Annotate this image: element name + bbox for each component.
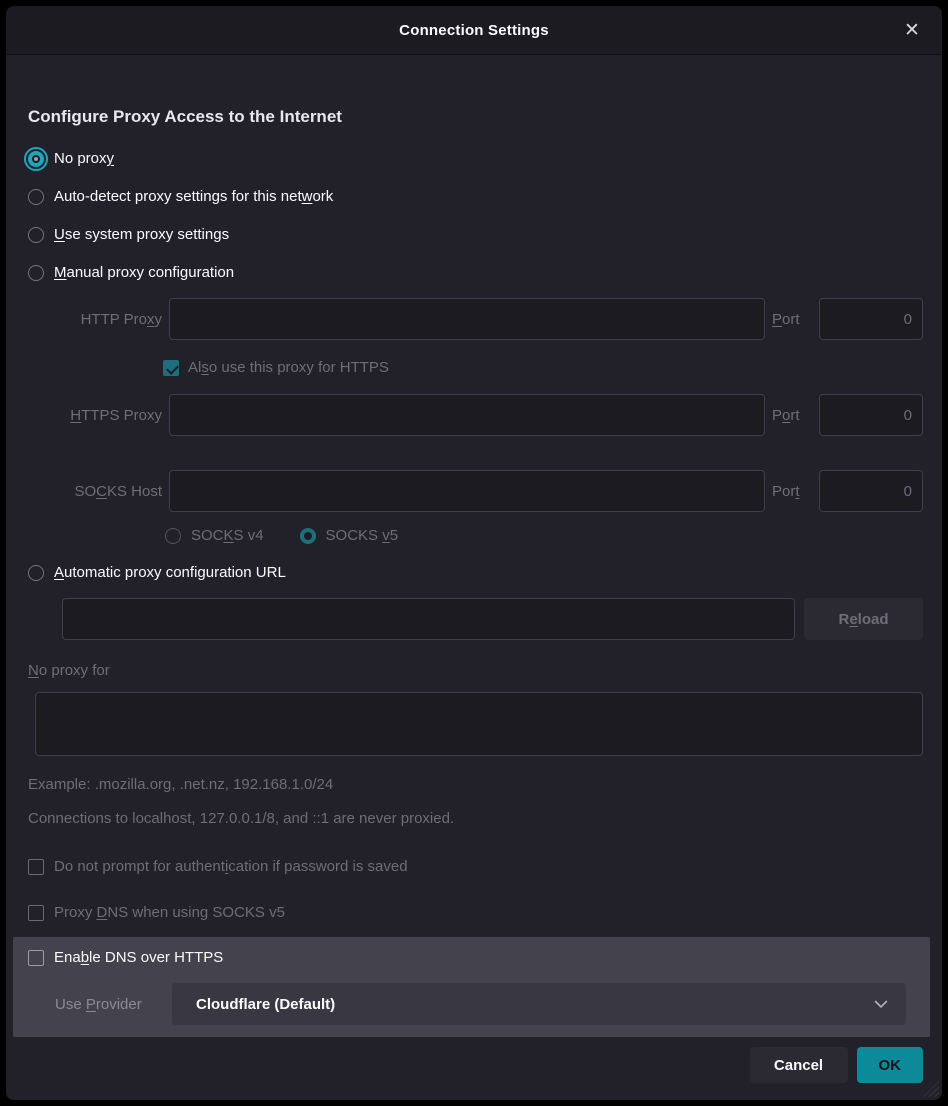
http-proxy-input[interactable] [169,298,765,340]
auto-url-input[interactable] [62,598,795,640]
doh-provider-dropdown[interactable]: Cloudflare (Default) [172,983,906,1025]
radio-label-system: Use system proxy settings [54,225,229,245]
socks-host-row: SOCKS Host Port [28,470,923,512]
proxy-dns-row[interactable]: Proxy DNS when using SOCKS v5 [28,903,923,923]
radio-row-system[interactable]: Use system proxy settings [28,216,923,254]
radio-button-system[interactable] [28,227,44,243]
reload-button[interactable]: Reload [804,598,923,640]
http-port-input[interactable] [819,298,923,340]
socks-host-input[interactable] [169,470,765,512]
socks-version-row: SOCKS v4 SOCKS v5 [165,522,923,550]
no-auth-prompt-row[interactable]: Do not prompt for authentication if pass… [28,857,923,877]
https-proxy-row: HTTPS Proxy Port [28,394,923,436]
dialog-titlebar: Connection Settings ✕ [6,6,942,55]
radio-row-auto-url[interactable]: Automatic proxy configuration URL [28,554,923,592]
radio-row-auto-detect[interactable]: Auto-detect proxy settings for this netw… [28,178,923,216]
radio-button-auto-url[interactable] [28,565,44,581]
socks-v5-group[interactable]: SOCKS v5 [300,526,399,546]
chevron-down-icon [872,995,890,1013]
proxy-dns-checkbox[interactable] [28,905,44,921]
connection-settings-dialog: Connection Settings ✕ Configure Proxy Ac… [6,6,942,1100]
radio-label-manual: Manual proxy configuration [54,263,234,283]
radio-label-no-proxy: No proxy [54,149,114,169]
radio-button-auto-detect[interactable] [28,189,44,205]
no-proxy-example-text: Example: .mozilla.org, .net.nz, 192.168.… [28,775,923,795]
socks-port-input[interactable] [819,470,923,512]
auto-url-row: Reload [62,598,923,640]
https-proxy-label: HTTPS Proxy [28,407,162,424]
cancel-button[interactable]: Cancel [750,1047,848,1083]
radio-label-auto-url: Automatic proxy configuration URL [54,563,286,583]
no-proxy-for-textarea[interactable] [35,692,923,756]
doh-enable-checkbox[interactable] [28,950,44,966]
radio-button-socks-v4[interactable] [165,528,181,544]
https-proxy-input[interactable] [169,394,765,436]
section-heading: Configure Proxy Access to the Internet [28,106,923,128]
close-icon: ✕ [904,19,920,42]
radio-row-no-proxy[interactable]: No proxy [28,140,923,178]
socks-host-label: SOCKS Host [28,483,162,500]
radio-label-auto-detect: Auto-detect proxy settings for this netw… [54,187,333,207]
close-button[interactable]: ✕ [898,16,926,44]
doh-provider-row: Use Provider Cloudflare (Default) [28,983,930,1025]
https-port-input[interactable] [819,394,923,436]
http-port-label: Port [772,311,812,328]
doh-provider-value: Cloudflare (Default) [196,996,872,1013]
doh-enable-label: Enable DNS over HTTPS [54,948,223,968]
radio-button-manual[interactable] [28,265,44,281]
doh-provider-label: Use Provider [55,996,172,1013]
also-https-row[interactable]: Also use this proxy for HTTPS [163,358,923,378]
radio-row-manual[interactable]: Manual proxy configuration [28,254,923,292]
resize-grip[interactable] [923,1081,939,1097]
radio-button-no-proxy[interactable] [28,151,44,167]
doh-highlight-section: Enable DNS over HTTPS Use Provider Cloud… [13,937,930,1037]
radio-label-socks-v4: SOCKS v4 [191,526,264,546]
radio-label-socks-v5: SOCKS v5 [326,526,399,546]
no-auth-prompt-label: Do not prompt for authentication if pass… [54,857,408,877]
proxy-mode-group: No proxy Auto-detect proxy settings for … [28,140,923,292]
radio-button-socks-v5[interactable] [300,528,316,544]
no-auth-prompt-checkbox[interactable] [28,859,44,875]
dialog-content: Configure Proxy Access to the Internet N… [6,106,942,1083]
http-proxy-label: HTTP Proxy [28,311,162,328]
also-https-label: Also use this proxy for HTTPS [188,358,389,378]
localhost-note-text: Connections to localhost, 127.0.0.1/8, a… [28,809,923,829]
https-port-label: Port [772,407,812,424]
doh-enable-row[interactable]: Enable DNS over HTTPS [28,947,930,969]
proxy-dns-label: Proxy DNS when using SOCKS v5 [54,903,285,923]
http-proxy-row: HTTP Proxy Port [28,298,923,340]
ok-button[interactable]: OK [857,1047,924,1083]
socks-port-label: Port [772,483,812,500]
dialog-title: Connection Settings [399,22,549,39]
also-https-checkbox[interactable] [163,360,179,376]
no-proxy-for-label: No proxy for [28,662,923,682]
dialog-footer: Cancel OK [28,1047,923,1083]
